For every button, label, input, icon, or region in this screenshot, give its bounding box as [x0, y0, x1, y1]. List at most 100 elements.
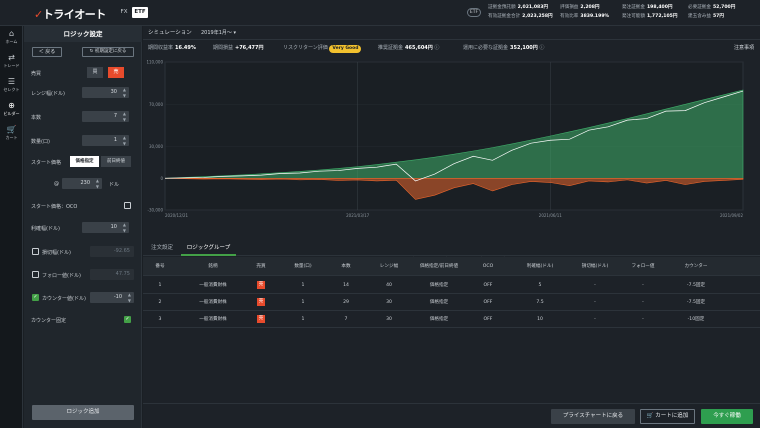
footer-bar: プライスチャートに戻る 🛒 カートに追加 今すぐ稼働: [143, 403, 760, 428]
table-cell: 29: [343, 300, 349, 305]
period-select[interactable]: 2019年1月〜 ▾: [201, 28, 249, 38]
nav-item-cart[interactable]: 🛒 カート: [0, 124, 23, 146]
notice-link[interactable]: 注意事項: [734, 40, 754, 56]
pnl-chart-svg: -30,000 0 30,000 70,000 110,000 2020/12/21 202…: [146, 60, 744, 218]
account-stat-label: 必要証拠金: [688, 5, 711, 10]
at-sign: @: [54, 181, 59, 187]
x-tick-label: 2020/12/21: [165, 213, 189, 218]
account-stat-value: 3839.199%: [580, 14, 610, 19]
account-stat: 発注証拠金 198,400円: [622, 3, 673, 12]
table-cell: OFF: [483, 283, 493, 288]
start-price-label: スタート価格: [31, 160, 62, 166]
nav-item-home[interactable]: ⌂ ホーム: [0, 28, 23, 50]
oco-label: スタート価格：OCO: [31, 204, 78, 210]
tab-logic-group[interactable]: ロジックグループ: [181, 240, 236, 256]
loss-input[interactable]: -92.65: [90, 246, 134, 257]
logic-settings-panel: ロジック設定 ＜ 戻る ↻ 初期設定に戻る 売買 買 売 レンジ幅(ドル) 30…: [24, 26, 142, 428]
column-header: 数量(口): [294, 264, 312, 269]
table-cell: 価格指定: [429, 317, 449, 322]
range-input[interactable]: 30 ▲ ▼: [82, 87, 129, 98]
counter-fixed-checkbox[interactable]: ✓: [124, 316, 131, 323]
start-price-input[interactable]: 230 ▲ ▼: [62, 178, 102, 189]
reset-defaults-button[interactable]: ↻ 初期設定に戻る: [82, 47, 134, 57]
add-logic-button[interactable]: ロジック追加: [32, 405, 134, 420]
table-cell: 1: [301, 283, 305, 288]
nav-item-trade[interactable]: ⇄ トレード: [0, 52, 23, 74]
table-header: 番号 銘柄 売買 数量(口) 本数 レンジ幅 価格指定/前日終値 OCO 利確幅(ドル) 損切幅(…: [143, 257, 760, 276]
side-nav: ⌂ ホーム ⇄ トレード ☰ セレクト ⊕ ビルダー 🛒 カート: [0, 26, 23, 428]
nav-item-select[interactable]: ☰ セレクト: [0, 76, 23, 98]
account-stat-value: 52,700円: [712, 5, 736, 10]
table-cell: 1: [301, 317, 305, 322]
account-stat-value: 2,208円: [580, 5, 600, 10]
table-cell: -: [642, 283, 644, 288]
nav-item-builder[interactable]: ⊕ ビルダー: [0, 100, 23, 122]
counter-checkbox[interactable]: ✓: [32, 294, 39, 301]
side-cell: 売: [251, 294, 271, 311]
qty-input[interactable]: 1 ▲ ▼: [82, 135, 129, 146]
table-cell: 7.5: [536, 300, 544, 305]
account-stat-label: 評価損益: [560, 5, 579, 10]
table-cell: -: [594, 300, 596, 305]
table-cell: 7: [344, 317, 348, 322]
count-label: 本数: [31, 115, 42, 121]
x-tick-label: 2021/06/11: [539, 213, 563, 218]
follow-checkbox[interactable]: [32, 271, 39, 278]
tab-order-settings[interactable]: 注文設定: [147, 240, 177, 256]
run-now-button[interactable]: 今すぐ稼働: [701, 409, 753, 424]
y-tick-label: 0: [160, 176, 163, 181]
loss-checkbox[interactable]: [32, 248, 39, 255]
table-cell: 一般消費財株: [199, 283, 227, 288]
stat-risk-return: リスクリターン評価 Very Good: [283, 40, 362, 56]
sell-tag: 売: [257, 280, 265, 289]
table-cell: 2: [158, 300, 162, 305]
info-icon[interactable]: ⓘ: [434, 45, 439, 51]
follow-input[interactable]: 47.75: [90, 269, 134, 280]
sell-toggle[interactable]: 売: [108, 67, 124, 78]
account-stat: 必要証拠金 52,700円: [688, 3, 735, 12]
column-header: 損切幅(ドル): [581, 264, 609, 269]
account-stat-label: 証拠金預託額: [488, 5, 516, 10]
price-specified-option[interactable]: 価格指定: [70, 156, 99, 167]
account-stat: 建玉含み益 57円: [688, 12, 724, 21]
table-row[interactable]: 1 一般消費財株 売 1 14 40 価格指定 OFF 5 - - -7.5固定: [143, 277, 760, 294]
account-stat: 有効比率 3839.199%: [560, 12, 609, 21]
tab-fx[interactable]: FX: [117, 7, 131, 18]
count-input[interactable]: 7 ▲ ▼: [82, 111, 129, 122]
stats-bar: 期間収益率 16.49% 期間損益 +76,477円 リスクリターン評価 Very …: [143, 40, 760, 56]
pnl-chart: -30,000 0 30,000 70,000 110,000 2020/12/21 202…: [143, 56, 760, 263]
column-header: 価格指定/前日終値: [419, 264, 459, 269]
column-header: 利確幅(ドル): [526, 264, 554, 269]
stat-pnl: 期間損益 +76,477円: [213, 45, 264, 51]
table-cell: -7.5固定: [686, 283, 706, 288]
table-cell: OFF: [483, 300, 493, 305]
table-row[interactable]: 2 一般消費財株 売 1 29 30 価格指定 OFF 7.5 - - -7.5固定: [143, 294, 760, 311]
sell-tag: 売: [257, 314, 265, 323]
profit-label: 利確幅(ドル): [31, 226, 60, 232]
price-chart-button[interactable]: プライスチャートに戻る: [551, 409, 635, 424]
trade-icon: ⇄: [8, 53, 15, 62]
column-header: 番号: [155, 264, 165, 269]
oco-checkbox[interactable]: [124, 202, 131, 209]
app-logo[interactable]: ✓トライオート: [34, 6, 106, 22]
buy-toggle[interactable]: 買: [87, 67, 103, 78]
cart-icon: 🛒: [6, 125, 17, 134]
counter-input[interactable]: -10 ▲ ▼: [90, 292, 134, 303]
column-header: 売買: [256, 264, 266, 269]
top-header: ✓トライオート FX ETF ETF 証拠金預託額 2,021,083円 評価損益 2…: [0, 0, 760, 26]
table-cell: -7.5固定: [686, 300, 706, 305]
profit-input[interactable]: 10 ▲ ▼: [82, 222, 129, 233]
counter-label: カウンター値(ドル): [42, 296, 86, 302]
table-cell: 14: [343, 283, 349, 288]
info-icon[interactable]: ⓘ: [539, 45, 544, 51]
table-cell: OFF: [483, 317, 493, 322]
stat-required-margin: 運用に必要な証拠金 352,100円 ⓘ: [463, 45, 545, 51]
account-stat: 評価損益 2,208円: [560, 3, 600, 12]
tab-etf[interactable]: ETF: [132, 7, 148, 18]
y-tick-label: 110,000: [146, 60, 163, 65]
simulation-bar: シミュレーション 2019年1月〜 ▾: [143, 26, 760, 40]
prev-close-option[interactable]: 前日終値: [101, 156, 131, 167]
table-row[interactable]: 3 一般消費財株 売 1 7 30 価格指定 OFF 10 - - -10固定: [143, 311, 760, 328]
add-to-cart-button[interactable]: 🛒 カートに追加: [640, 409, 695, 424]
back-button[interactable]: ＜ 戻る: [32, 47, 62, 57]
